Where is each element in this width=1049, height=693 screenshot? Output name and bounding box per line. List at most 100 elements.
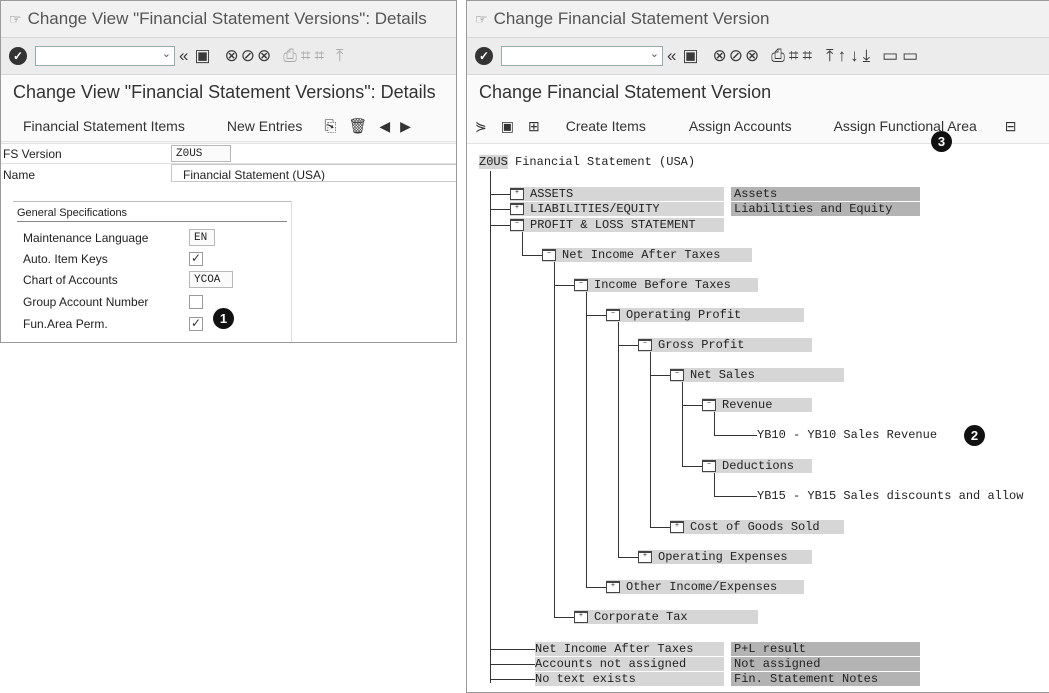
root-code: Z0US [479,155,508,169]
tree-line [682,466,702,467]
chevron-down-icon[interactable]: ⌄ [162,47,171,60]
tree-node-net-income-result[interactable]: Net Income After Taxes [535,642,724,656]
tree-line [554,285,574,286]
back-double-icon[interactable]: « [179,46,188,66]
fun-area-perm-checkbox[interactable]: ✓ [189,317,203,331]
window-title: Change View "Financial Statement Version… [27,9,427,28]
name-field-box [171,164,456,182]
tree-line [586,315,606,316]
find-icon[interactable]: ⌗ [301,46,311,66]
tree-node-other-income-expenses[interactable]: + Other Income/Expenses [606,580,804,594]
chart-of-accounts-field[interactable]: YCOA [189,271,233,288]
fs-version-tree-window: ☞ Change Financial Statement Version ✓ ⌄… [466,0,1049,693]
tree-line [554,262,555,618]
node-label: Operating Profit [626,308,742,322]
delete-icon[interactable]: 🗑 [348,117,367,135]
back-icon[interactable]: ⊗ [225,46,239,66]
node-label: Net Income After Taxes [562,248,721,262]
maintenance-language-field[interactable]: EN [189,229,215,246]
tree-line [490,194,510,195]
new-entries-button[interactable]: New Entries [227,118,302,134]
divider [1,141,456,142]
name-label: Name [3,167,36,182]
tree-node-net-sales[interactable]: − Net Sales [670,368,844,382]
tree-node-gross-profit[interactable]: − Gross Profit [638,338,812,352]
tree-node-income-before-taxes[interactable]: − Income Before Taxes [574,278,758,292]
tree-line [714,473,715,497]
fun-area-perm-label: Fun.Area Perm. [23,317,108,331]
fs-version-row: FS Version Z0US [1,143,456,164]
print-icon[interactable]: ⎙ [283,46,297,66]
node-label: Operating Expenses [658,550,788,564]
enter-check-icon[interactable]: ✓ [9,47,27,65]
tree-line [586,292,587,588]
page-title: Change View "Financial Statement Version… [1,75,456,109]
maintenance-language-label: Maintenance Language [23,231,149,245]
system-toolbar: ✓ ⌄ « ▣ ⊗ ⊘ ⊗ ⎙ ⌗ ⌗ ⤒ [1,38,456,75]
tree-line [714,435,757,436]
folder-closed-icon: + [510,202,524,215]
tree-node-profit-loss[interactable]: − PROFIT & LOSS STATEMENT [510,218,724,232]
tree-node-net-income[interactable]: − Net Income After Taxes [542,248,752,262]
folder-closed-icon: + [638,550,652,563]
tree-node-operating-profit[interactable]: − Operating Profit [606,308,804,322]
callout-badge-2: 2 [964,425,985,446]
tree-line [522,232,523,256]
auto-item-keys-checkbox[interactable]: ✓ [189,252,203,266]
node-label: Cost of Goods Sold [690,520,820,534]
node-label: Income Before Taxes [594,278,731,292]
root-text: Financial Statement (USA) [515,155,696,169]
tree-node-cost-of-goods-sold[interactable]: + Cost of Goods Sold [670,520,844,534]
folder-open-icon: − [542,248,556,261]
fs-items-button[interactable]: Financial Statement Items [23,118,185,134]
tree-node-assets[interactable]: + ASSETS [510,187,724,201]
find-next-icon[interactable]: ⌗ [314,46,324,66]
tree-node-deductions[interactable]: − Deductions [702,459,812,473]
exit-icon[interactable]: ⊘ [241,46,255,66]
tree-line [490,649,535,650]
folder-open-icon: − [510,218,524,231]
cancel-icon[interactable]: ⊗ [257,46,271,66]
node-label: Deductions [722,459,795,473]
application-toolbar: Financial Statement Items New Entries ⎘ … [1,109,456,144]
node-desc: P+L result [731,642,920,656]
tree-line [650,375,670,376]
folder-open-icon: − [670,368,684,381]
node-desc: Not assigned [731,657,920,671]
folder-open-icon: − [702,398,716,411]
next-entry-icon[interactable]: ▶ [400,118,411,135]
fs-version-label: FS Version [3,146,62,161]
tree-node-revenue[interactable]: − Revenue [702,398,812,412]
node-label: Net Sales [690,368,755,382]
save-icon[interactable]: ▣ [194,46,210,66]
group-account-number-checkbox[interactable] [189,295,203,309]
window-menu-icon[interactable]: ☞ [9,11,22,28]
divider [291,201,292,342]
tree-line [714,496,757,497]
first-page-icon[interactable]: ⤒ [336,46,344,66]
node-label: ASSETS [530,187,574,201]
copy-icon[interactable]: ⎘ [324,118,336,135]
tree-line [714,412,715,436]
auto-item-keys-label: Auto. Item Keys [23,252,108,266]
tree-line [618,345,638,346]
node-desc: Liabilities and Equity [731,202,920,216]
tree-node-accounts-not-assigned[interactable]: Accounts not assigned [535,657,724,671]
node-label: Corporate Tax [594,610,688,624]
fs-version-field[interactable]: Z0US [171,145,231,162]
tree-root[interactable]: Z0US Financial Statement (USA) [479,155,695,169]
command-field[interactable]: ⌄ [35,46,175,66]
previous-entry-icon[interactable]: ◀ [379,118,390,135]
tree-line [554,617,574,618]
folder-closed-icon: + [574,610,588,623]
folder-open-icon: − [606,308,620,321]
tree-node-corporate-tax[interactable]: + Corporate Tax [574,610,758,624]
node-desc: Fin. Statement Notes [731,672,920,686]
tree-account-yb10[interactable]: YB10 - YB10 Sales Revenue [757,428,937,442]
tree-node-no-text-exists[interactable]: No text exists [535,672,724,686]
chart-of-accounts-label: Chart of Accounts [23,273,118,287]
tree-line [650,527,670,528]
tree-node-liabilities-equity[interactable]: + LIABILITIES/EQUITY [510,202,724,216]
tree-account-yb15[interactable]: YB15 - YB15 Sales discounts and allow [757,489,1023,503]
tree-node-operating-expenses[interactable]: + Operating Expenses [638,550,812,564]
